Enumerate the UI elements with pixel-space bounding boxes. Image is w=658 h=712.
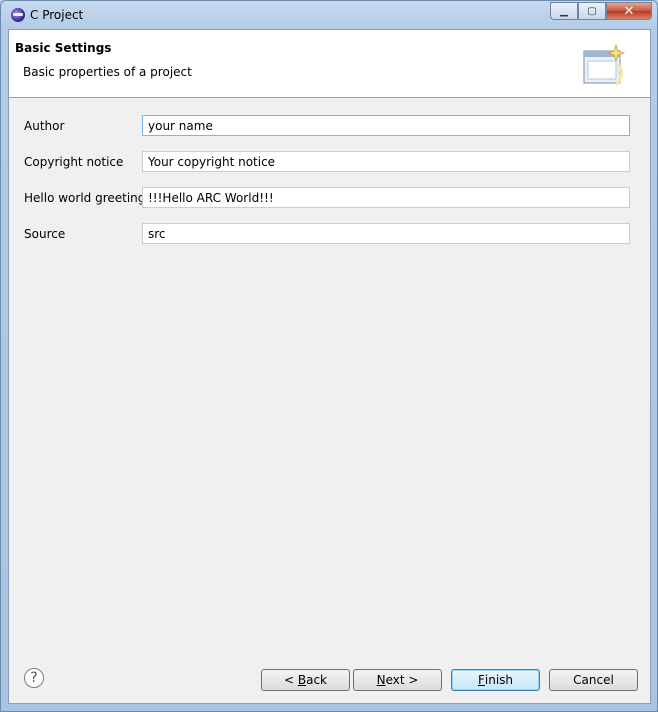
next-mnemonic: N <box>376 673 386 687</box>
close-button[interactable]: ✕ <box>606 2 652 20</box>
minimize-icon: ▁ <box>560 5 568 17</box>
title-bar[interactable]: C Project ▁ ▢ ✕ <box>1 1 657 29</box>
finish-button[interactable]: Finish <box>451 669 540 691</box>
dialog-content: Basic Settings Basic properties of a pro… <box>8 29 651 704</box>
source-label: Source <box>24 227 66 241</box>
window-title: C Project <box>30 8 84 22</box>
close-icon: ✕ <box>623 3 635 19</box>
finish-mnemonic: F <box>477 673 485 687</box>
caption-buttons: ▁ ▢ ✕ <box>550 2 652 20</box>
dialog-window: C Project ▁ ▢ ✕ Basic Settings Basic pro… <box>0 0 658 712</box>
finish-rest: inish <box>484 673 514 687</box>
help-icon[interactable]: ? <box>24 668 44 688</box>
back-button[interactable]: < Back <box>261 669 350 691</box>
copyright-input[interactable] <box>142 151 630 172</box>
maximize-button[interactable]: ▢ <box>578 2 606 20</box>
cancel-label: Cancel <box>573 673 614 687</box>
greeting-input[interactable] <box>142 187 630 208</box>
next-rest: ext > <box>385 673 419 687</box>
copyright-label: Copyright notice <box>24 155 124 169</box>
back-prefix: < <box>283 673 298 687</box>
page-description: Basic properties of a project <box>23 65 192 79</box>
author-input[interactable] <box>142 115 630 136</box>
author-label: Author <box>24 119 65 133</box>
back-mnemonic: B <box>297 673 307 687</box>
page-title: Basic Settings <box>15 41 112 55</box>
back-rest: ack <box>306 673 327 687</box>
next-button[interactable]: Next > <box>353 669 442 691</box>
wizard-banner-icon <box>583 43 626 86</box>
cancel-button[interactable]: Cancel <box>549 669 638 691</box>
eclipse-icon <box>11 8 25 22</box>
minimize-button[interactable]: ▁ <box>550 2 578 20</box>
maximize-icon: ▢ <box>587 5 597 17</box>
wizard-header: Basic Settings Basic properties of a pro… <box>9 30 650 98</box>
greeting-label: Hello world greeting <box>24 191 146 205</box>
source-input[interactable] <box>142 223 630 244</box>
